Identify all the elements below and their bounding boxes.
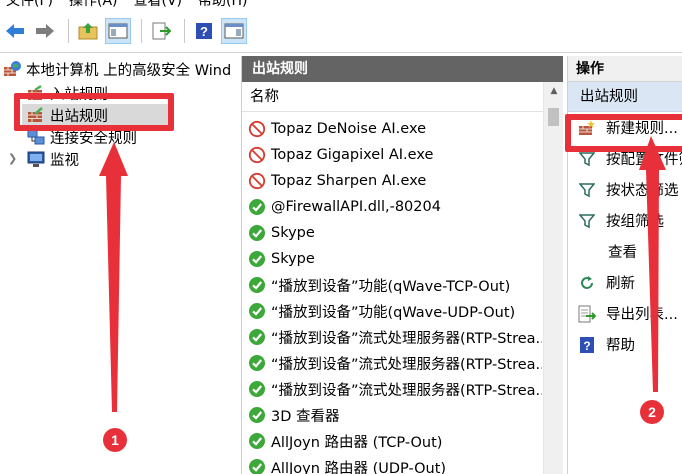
help-icon: ? — [578, 336, 596, 354]
svg-text:?: ? — [200, 24, 208, 39]
action-item[interactable]: 导出列表... — [568, 298, 682, 329]
back-arrow-icon[interactable] — [2, 18, 28, 44]
rule-name: Skype — [271, 251, 315, 267]
allowed-check-icon — [248, 458, 266, 474]
svg-text:?: ? — [583, 339, 590, 353]
rule-name: “播放到设备”功能(qWave-UDP-Out) — [271, 304, 516, 321]
tree-item-monitoring[interactable]: 监视 — [26, 148, 79, 170]
show-hide-tree-icon[interactable] — [105, 18, 131, 44]
rule-name: “播放到设备”流式处理服务器(RTP-Strea... — [271, 356, 542, 373]
allowed-check-icon — [248, 380, 266, 398]
rule-name: Topaz Gigapixel AI.exe — [271, 147, 434, 163]
toolbar-divider — [0, 52, 682, 53]
tree-root[interactable]: 本地计算机 上的高级安全 Wind — [2, 58, 231, 80]
rules-list-pane: 出站规则 名称 Topaz DeNoise AI.exe Topaz Gigapi… — [241, 56, 563, 474]
action-item[interactable]: 查看 — [568, 236, 682, 267]
step-badge-1: 1 — [103, 428, 127, 452]
toolbar-separator — [184, 19, 185, 43]
actions-section-outbound[interactable]: 出站规则 — [568, 82, 682, 112]
allowed-check-icon — [248, 302, 266, 320]
blocked-icon — [248, 172, 266, 190]
toolbar-separator — [68, 19, 69, 43]
rule-name: @FirewallAPI.dll,-80204 — [271, 199, 441, 215]
filter-icon — [578, 212, 596, 230]
rule-row[interactable]: “播放到设备”流式处理服务器(RTP-Strea... — [242, 350, 542, 376]
blocked-icon — [248, 146, 266, 164]
action-item[interactable]: 按组筛选 — [568, 205, 682, 236]
rule-row[interactable]: Skype — [242, 220, 542, 246]
firewall-globe-icon — [2, 60, 22, 78]
rule-row[interactable]: AllJoyn 路由器 (UDP-Out) — [242, 454, 542, 474]
rule-name: Topaz Sharpen AI.exe — [271, 173, 427, 189]
allowed-check-icon — [248, 406, 266, 424]
menu-action[interactable]: 操作(A) — [63, 0, 128, 12]
rule-row[interactable]: “播放到设备”功能(qWave-UDP-Out) — [242, 298, 542, 324]
rule-name: “播放到设备”功能(qWave-TCP-Out) — [271, 278, 511, 295]
help-icon[interactable]: ? — [191, 18, 217, 44]
scroll-thumb[interactable] — [548, 108, 559, 126]
rule-row[interactable]: Skype — [242, 246, 542, 272]
rule-list: Topaz DeNoise AI.exe Topaz Gigapixel AI.e… — [242, 116, 542, 474]
allowed-check-icon — [248, 198, 266, 216]
list-pane-header: 出站规则 — [242, 56, 563, 82]
filter-icon — [578, 150, 596, 168]
action-label: 刷新 — [606, 276, 635, 292]
up-folder-icon[interactable] — [75, 18, 101, 44]
allowed-check-icon — [248, 354, 266, 372]
rule-row[interactable]: 3D 查看器 — [242, 402, 542, 428]
rule-name: “播放到设备”流式处理服务器(RTP-Strea... — [271, 382, 542, 399]
show-hide-action-pane-icon[interactable] — [221, 18, 247, 44]
rule-row[interactable]: @FirewallAPI.dll,-80204 — [242, 194, 542, 220]
actions-title: 操作 — [568, 56, 682, 82]
rule-name: “播放到设备”流式处理服务器(RTP-Strea... — [271, 330, 542, 347]
allowed-check-icon — [248, 276, 266, 294]
rule-row[interactable]: “播放到设备”流式处理服务器(RTP-Strea... — [242, 376, 542, 402]
filter-icon — [578, 181, 596, 199]
allowed-check-icon — [248, 250, 266, 268]
expand-chevron-icon[interactable]: ❯ — [8, 152, 17, 165]
rule-row[interactable]: Topaz DeNoise AI.exe — [242, 116, 542, 142]
toolbar-separator — [141, 19, 142, 43]
export-list-icon — [578, 305, 596, 323]
action-label: 按状态筛选 — [606, 183, 679, 199]
rule-row[interactable]: AllJoyn 路由器 (TCP-Out) — [242, 428, 542, 454]
action-label: 导出列表... — [606, 307, 678, 323]
tree-item-label: 监视 — [50, 152, 79, 169]
refresh-icon — [578, 274, 596, 292]
vertical-scrollbar[interactable]: ▲ — [543, 82, 563, 474]
menu-view[interactable]: 查看(V) — [128, 0, 193, 12]
tree-root-label: 本地计算机 上的高级安全 Wind — [26, 62, 232, 79]
export-icon[interactable] — [148, 18, 174, 44]
forward-arrow-icon[interactable] — [32, 18, 58, 44]
menu-help[interactable]: 帮助(H) — [192, 0, 257, 12]
rule-row[interactable]: “播放到设备”流式处理服务器(RTP-Strea... — [242, 324, 542, 350]
rule-row[interactable]: Topaz Gigapixel AI.exe — [242, 142, 542, 168]
highlight-box-outbound-rules — [14, 93, 174, 131]
rule-name: AllJoyn 路由器 (UDP-Out) — [271, 460, 447, 474]
rule-name: AllJoyn 路由器 (TCP-Out) — [271, 434, 443, 451]
highlight-box-new-rule — [565, 114, 682, 152]
column-header-name[interactable]: 名称 — [242, 82, 563, 112]
action-label: 帮助 — [606, 338, 635, 354]
allowed-check-icon — [248, 224, 266, 242]
menu-bar: 文件(F) 操作(A) 查看(V) 帮助(H) — [0, 0, 682, 12]
action-item[interactable]: 刷新 — [568, 267, 682, 298]
monitoring-icon — [26, 150, 46, 168]
allowed-check-icon — [248, 432, 266, 450]
action-label: 查看 — [608, 245, 637, 261]
menu-file[interactable]: 文件(F) — [0, 0, 63, 12]
rule-name: Topaz DeNoise AI.exe — [271, 121, 427, 137]
action-item[interactable]: 按状态筛选 — [568, 174, 682, 205]
toolbar: ? — [0, 12, 682, 50]
blocked-icon — [248, 120, 266, 138]
scroll-up-icon[interactable]: ▲ — [544, 82, 564, 100]
rule-name: Skype — [271, 225, 315, 241]
rule-row[interactable]: “播放到设备”功能(qWave-TCP-Out) — [242, 272, 542, 298]
rule-row[interactable]: Topaz Sharpen AI.exe — [242, 168, 542, 194]
allowed-check-icon — [248, 328, 266, 346]
step-badge-2: 2 — [640, 400, 664, 424]
action-item[interactable]: ? 帮助 — [568, 329, 682, 360]
action-label: 按组筛选 — [606, 214, 664, 230]
rule-name: 3D 查看器 — [271, 408, 340, 425]
